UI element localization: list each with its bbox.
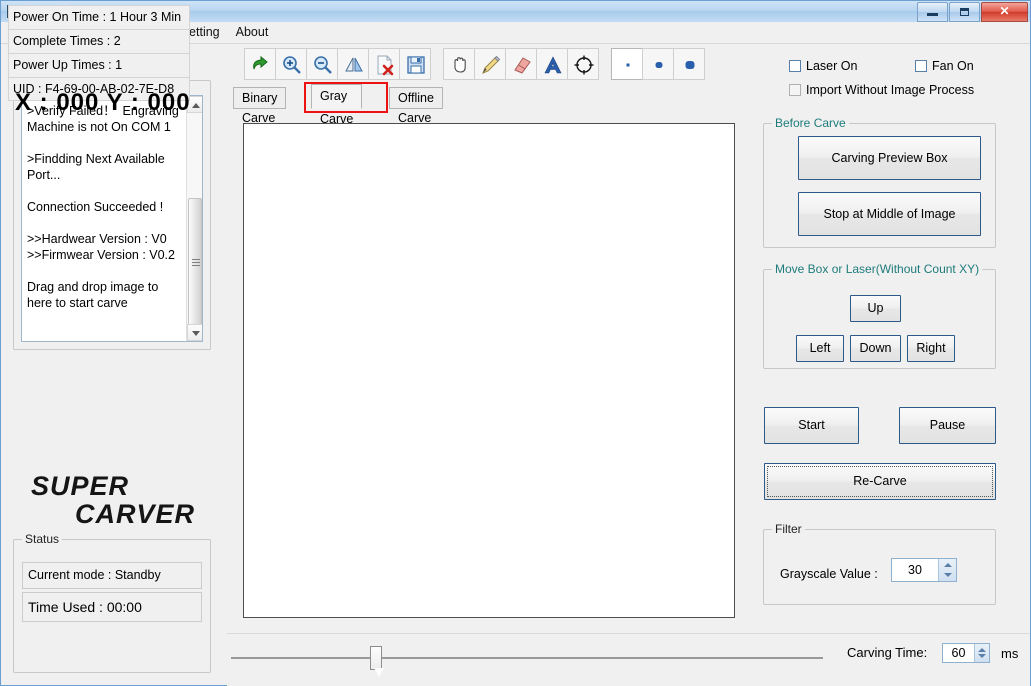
checkbox-fan-on[interactable]: Fan On (915, 59, 974, 73)
stepper-up-icon[interactable] (978, 648, 986, 652)
focus-ring (767, 466, 993, 497)
hand-pan-icon[interactable] (443, 48, 475, 80)
close-icon: ✕ (999, 4, 1010, 18)
move-box-caption: Move Box or Laser(Without Count XY) (772, 262, 983, 276)
checkbox-box-icon (789, 84, 801, 96)
checkbox-laser-on[interactable]: Laser On (789, 59, 857, 73)
eraser-icon[interactable] (505, 48, 537, 80)
target-icon[interactable] (567, 48, 599, 80)
carving-time-input[interactable]: 60 (943, 644, 974, 662)
checkbox-box-icon (915, 60, 927, 72)
message-log[interactable]: >Verify Failed！ Engraving Machine is not… (21, 95, 203, 342)
scrollbar-thumb[interactable] (188, 198, 202, 328)
application-window: SuperCarver ✕ Connection File Control Se… (0, 0, 1031, 686)
info-row-power-on-time: Power On Time : 1 Hour 3 Min (8, 5, 190, 29)
move-down-button[interactable]: Down (850, 335, 901, 362)
stepper-up-icon[interactable] (944, 563, 952, 567)
grip-icon (192, 259, 200, 260)
open-image-icon[interactable] (244, 48, 276, 80)
recarve-button[interactable]: Re-Carve (764, 463, 996, 500)
toolbar (244, 47, 705, 81)
info-row-power-up-times: Power Up Times : 1 (8, 53, 190, 77)
info-row-complete-times: Complete Times : 2 (8, 29, 190, 53)
xy-coordinates: X : 000 Y : 000 (15, 89, 191, 116)
grayscale-stepper-buttons[interactable] (938, 559, 956, 581)
close-button[interactable]: ✕ (981, 2, 1028, 22)
grayscale-value-label: Grayscale Value : (780, 567, 878, 581)
zoom-out-icon[interactable] (306, 48, 338, 80)
flip-image-icon[interactable] (337, 48, 369, 80)
zoom-in-icon[interactable] (275, 48, 307, 80)
carving-time-stepper[interactable]: 60 (942, 643, 990, 663)
logo-line-2: CARVER (75, 499, 196, 529)
brush-medium-icon[interactable] (642, 48, 674, 80)
menu-item-about[interactable]: About (228, 22, 277, 42)
scroll-down-button[interactable] (187, 324, 202, 341)
stepper-down-icon[interactable] (944, 573, 952, 577)
checkbox-fan-on-label: Fan On (932, 59, 974, 73)
move-up-button[interactable]: Up (850, 295, 901, 322)
brand-logo: SUPER CARVER (15, 471, 211, 529)
logo-line-1: SUPER (31, 471, 130, 501)
window-controls: ✕ (916, 2, 1028, 22)
filter-caption: Filter (772, 522, 805, 536)
delete-image-icon[interactable] (368, 48, 400, 80)
status-group-caption: Status (22, 532, 63, 546)
message-scrollbar[interactable] (186, 96, 202, 341)
grayscale-value-stepper[interactable]: 30 (891, 558, 957, 582)
brush-small-icon[interactable] (611, 48, 643, 80)
before-carve-caption: Before Carve (772, 116, 849, 130)
pencil-icon[interactable] (474, 48, 506, 80)
start-button[interactable]: Start (764, 407, 859, 444)
image-canvas[interactable] (243, 123, 735, 618)
carving-time-label: Carving Time: (847, 645, 928, 660)
tab-offline-carve[interactable]: Offline Carve (389, 87, 443, 125)
brush-large-icon[interactable] (673, 48, 705, 80)
carving-time-slider-thumb[interactable] (370, 646, 384, 677)
carving-time-stepper-buttons[interactable] (974, 644, 989, 662)
maximize-button[interactable] (949, 2, 980, 22)
move-right-button[interactable]: Right (907, 335, 955, 362)
pause-button[interactable]: Pause (899, 407, 996, 444)
carving-time-slider-track[interactable] (231, 657, 823, 659)
checkbox-import-without-process-label: Import Without Image Process (806, 83, 975, 97)
carving-time-unit: ms (1001, 646, 1019, 661)
time-used-value: Time Used : 00:00 (22, 592, 202, 622)
grayscale-value-input[interactable]: 30 (892, 559, 938, 581)
current-mode-value: Current mode : Standby (22, 562, 202, 589)
stepper-down-icon[interactable] (978, 654, 986, 658)
minimize-button[interactable] (917, 2, 948, 22)
toolbar-group-brush (611, 48, 705, 80)
carving-preview-box-button[interactable]: Carving Preview Box (798, 136, 981, 180)
message-log-text: >Verify Failed！ Engraving Machine is not… (27, 104, 179, 310)
toolbar-group-file (244, 48, 431, 80)
move-left-button[interactable]: Left (796, 335, 844, 362)
tab-binary-carve[interactable]: Binary Carve (233, 87, 287, 125)
checkbox-laser-on-label: Laser On (806, 59, 858, 73)
toolbar-group-tools (443, 48, 599, 80)
tab-gray-carve[interactable]: Gray Carve (311, 84, 363, 126)
status-group: Status Current mode : Standby Time Used … (13, 532, 211, 673)
chevron-down-icon (192, 331, 200, 336)
save-icon[interactable] (399, 48, 431, 80)
message-group: Message >Verify Failed！ Engraving Machin… (13, 73, 211, 350)
checkbox-box-icon (789, 60, 801, 72)
stop-at-middle-button[interactable]: Stop at Middle of Image (798, 192, 981, 236)
text-tool-icon[interactable] (536, 48, 568, 80)
checkbox-import-without-process[interactable]: Import Without Image Process (789, 83, 974, 97)
